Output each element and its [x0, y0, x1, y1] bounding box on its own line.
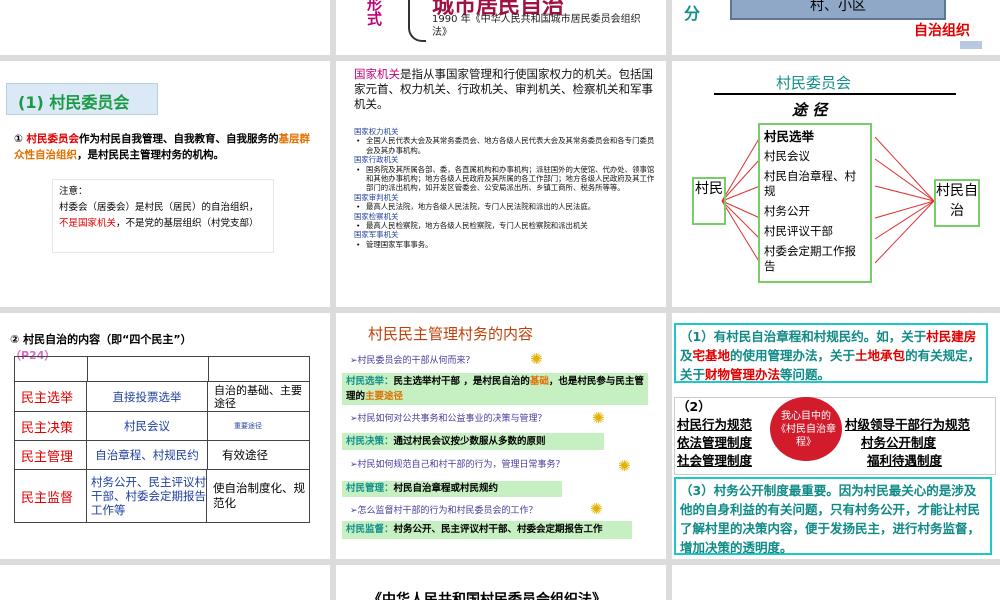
- slide-bottom-right: [672, 565, 1000, 600]
- question-2: ➢村民如何对公共事务和公益事业的决策与管理？: [350, 414, 547, 424]
- table-row: 民主选举 直接投票选举 自治的基础、主要途径: [15, 382, 309, 412]
- right-item: 村级领导干部行为规范: [845, 417, 971, 432]
- xing-vertical-label: 形式: [365, 0, 383, 26]
- law-title: 《中华人民共和国村民委员会组织法》: [368, 592, 606, 600]
- path-item: 村民评议干部: [764, 224, 833, 238]
- slide-bottom-left: [0, 565, 330, 600]
- sun-icon: ✺: [618, 457, 631, 475]
- slide-city-residents: 形式: [0, 0, 330, 55]
- charter-point-1: （1）有村民自治章程和村规民约。如，关于村民建房及宅基地的使用管理办法，关于土地…: [674, 323, 988, 383]
- sun-icon: ✺: [530, 350, 543, 368]
- table-row: 民主监督 村务公开、民主评议村干部、村委会定期报告工作等 使自治制度化、规范化: [15, 470, 309, 522]
- state-organs-list: 国家权力机关 • 全国人民代表大会及其常务委员会、地方各级人民代表大会及其常务委员…: [354, 127, 660, 249]
- sun-icon: ✺: [592, 409, 605, 427]
- slide-four-democracies: ② 村民自治的内容（即“四个民主”） （P24） 民主选举 直接投票选举 自治的…: [0, 313, 330, 559]
- four-democracies-title: ② 村民自治的内容（即“四个民主”）: [10, 333, 192, 346]
- slide-nav-icon[interactable]: [960, 41, 982, 49]
- answer-1: 村民选举：民主选举村干部 ，是村民自治的基础，也是村民参与民主管理的主要途径: [342, 373, 648, 405]
- slide-village-affairs: 村民民主管理村务的内容 ➢村民委员会的干部从何而来？ ✺ 村民选举：民主选举村干…: [336, 313, 666, 559]
- autonomy-box: 村民自治: [934, 179, 980, 227]
- charter-circle: 我心目中的《村民自治章程》: [770, 397, 842, 461]
- villagers-box: 村民: [692, 177, 726, 225]
- organ-section: 国家审判机关 • 最高人民法院，地方各级人民法院，专门人民法院和派出的人民法庭。: [354, 192, 596, 212]
- charter-point-3: （3）村务公开制度最重要。因为村民最关心的是涉及他的自身利益的有关问题，只有村务…: [674, 477, 992, 555]
- organ-section: 国家军事机关 • 管理国家军事事务。: [354, 230, 433, 249]
- answer-4: 村民监督：村务公开、民主评议村干部、村委会定期报告工作: [342, 521, 632, 539]
- right-item: 福利待遇制度: [867, 453, 943, 468]
- note-box: 注意： 村委会（居委会）是村民（居民）的自治组织， 不是国家机关，不是党的基层组…: [52, 179, 274, 253]
- village-box: 村、小区: [730, 0, 946, 20]
- table-row: 民主管理 自治章程、村规民约 有效途径: [15, 441, 309, 470]
- slide-autonomy-charter: （1）有村民自治章程和村规民约。如，关于村民建房及宅基地的使用管理办法，关于土地…: [672, 313, 1000, 559]
- village-box-label: 村、小区: [810, 0, 866, 14]
- answer-3: 村民管理：村民自治章程或村民规约: [342, 481, 562, 497]
- affairs-title: 村民民主管理村务的内容: [368, 325, 534, 343]
- path-item: 村务公开: [764, 204, 810, 218]
- path-item: 村民会议: [764, 149, 810, 163]
- sun-icon: ✺: [590, 500, 603, 518]
- slide-law-title: 《中华人民共和国村民委员会组织法》: [336, 565, 666, 600]
- paths-box: 村民选举 村民会议 村民自治章程、村规 村务公开 村民评议干部 村委会定期工作报…: [758, 123, 872, 283]
- left-item: 村民行为规范: [677, 417, 753, 432]
- path-item: 村委会定期工作报告: [764, 244, 856, 273]
- table-row: [15, 357, 309, 382]
- fen-label: 分: [684, 4, 701, 23]
- state-organs-intro: 国家机关是指从事国家管理和行使国家权力的机关。包括国家元首、权力机关、行政机关、…: [354, 67, 653, 111]
- democracy-table: 民主选举 直接投票选举 自治的基础、主要途径 民主决策 村民会议 重要途径 民主…: [14, 356, 310, 523]
- left-item: 依法管理制度: [677, 435, 753, 450]
- question-1: ➢村民委员会的干部从何而来？: [350, 356, 475, 366]
- slide-village-area: 分 村、小区 自治组织: [672, 0, 1000, 55]
- left-item: 社会管理制度: [677, 453, 753, 468]
- slide-state-organs: 国家机关是指从事国家管理和行使国家权力的机关。包括国家元首、权力机关、行政机关、…: [336, 61, 666, 307]
- answer-2: 村民决策：通过村民会议按少数服从多数的原则: [342, 433, 604, 450]
- slide-title: (1) 村民委员会: [18, 93, 130, 112]
- city-law-text: 1990 年《中华人民共和国城市居民委员会组织法》: [432, 14, 641, 38]
- question-3: ➢村民如何规范自己和村干部的行为，管理日常事务？: [350, 460, 565, 470]
- committee-paragraph: ① 村民委员会作为村民自我管理、自我教育、自我服务的基层群众性自治组织，是村民民…: [14, 133, 311, 161]
- table-row: 民主决策 村民会议 重要途径: [15, 412, 309, 441]
- path-item: 村民自治章程、村规: [764, 169, 856, 198]
- path-item: 村民选举: [764, 129, 815, 144]
- organ-section: 国家检察机关 • 最高人民检察院，地方各级人民检察院，专门人民检察院和派出机关: [354, 211, 588, 231]
- right-item: 村务公开制度: [861, 435, 937, 450]
- organ-section: 国家行政机关 • 国务院及其所属各部、委，各直属机构和办事机构；派驻国外的大使馆、…: [354, 155, 655, 193]
- slide-city-autonomy: 形式 城市居民自治 1990 年《中华人民共和国城市居民委员会组织法》: [336, 0, 666, 55]
- brace: [408, 0, 426, 42]
- organ-section: 国家权力机关 • 全国人民代表大会及其常务委员会、地方各级人民代表大会及其常务委员…: [354, 127, 655, 155]
- question-4: ➢怎么监督村干部的行为和村民委员会的工作？: [350, 506, 538, 516]
- slide-village-committee: (1) 村民委员会 ① 村民委员会作为村民自我管理、自我教育、自我服务的基层群众…: [0, 61, 330, 307]
- autonomy-org-label: 自治组织: [914, 23, 970, 39]
- slide-committee-paths: 村民委员会 途 径 村民 村民选举 村民会议 村民自治章程、村规 村务公开 村民…: [672, 61, 1000, 307]
